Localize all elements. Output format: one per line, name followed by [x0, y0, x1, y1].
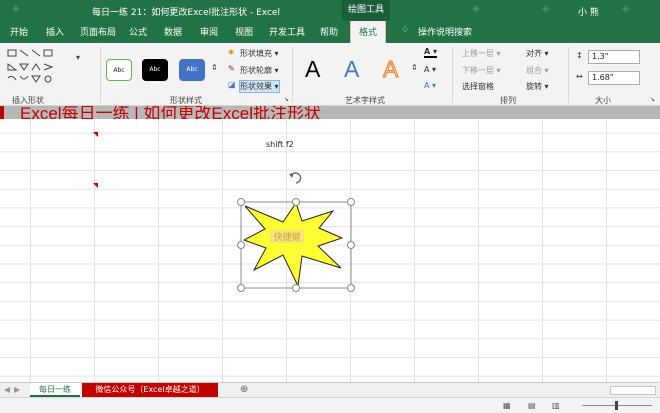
comment-shape-layer: 快捷键 — [237, 172, 355, 292]
normal-view-icon[interactable]: ▦ — [503, 401, 511, 410]
resize-handle[interactable] — [237, 241, 245, 249]
resize-handle[interactable] — [292, 284, 300, 292]
rotate-arrow — [289, 173, 294, 178]
resize-handle[interactable] — [237, 284, 245, 292]
page-layout-view-icon[interactable]: ▤ — [528, 401, 536, 410]
zoom-slider-thumb[interactable] — [615, 401, 618, 410]
shape-text[interactable]: 快捷键 — [273, 231, 300, 243]
resize-handle[interactable] — [347, 241, 355, 249]
resize-handle[interactable] — [292, 198, 300, 206]
page-break-view-icon[interactable]: ▥ — [552, 401, 560, 410]
resize-handle[interactable] — [237, 198, 245, 206]
sheet-tab-daily-practice[interactable]: 每日一练 — [30, 383, 80, 397]
scroll-left-icon[interactable]: ◀ — [4, 385, 10, 394]
resize-handle[interactable] — [347, 284, 355, 292]
resize-handle[interactable] — [347, 198, 355, 206]
horizontal-scrollbar[interactable] — [610, 386, 656, 395]
scroll-right-icon[interactable]: ▶ — [14, 385, 20, 394]
explosion-star-shape[interactable] — [242, 201, 344, 288]
sheet-tab-bar: ◀ ▶ 每日一练 微信公众号（Excel卓越之道） ⊕ — [0, 382, 660, 397]
status-bar: ▦ ▤ ▥ — [0, 397, 660, 413]
add-sheet-icon[interactable]: ⊕ — [240, 384, 248, 395]
sheet-tab-wechat[interactable]: 微信公众号（Excel卓越之道） — [82, 383, 218, 397]
